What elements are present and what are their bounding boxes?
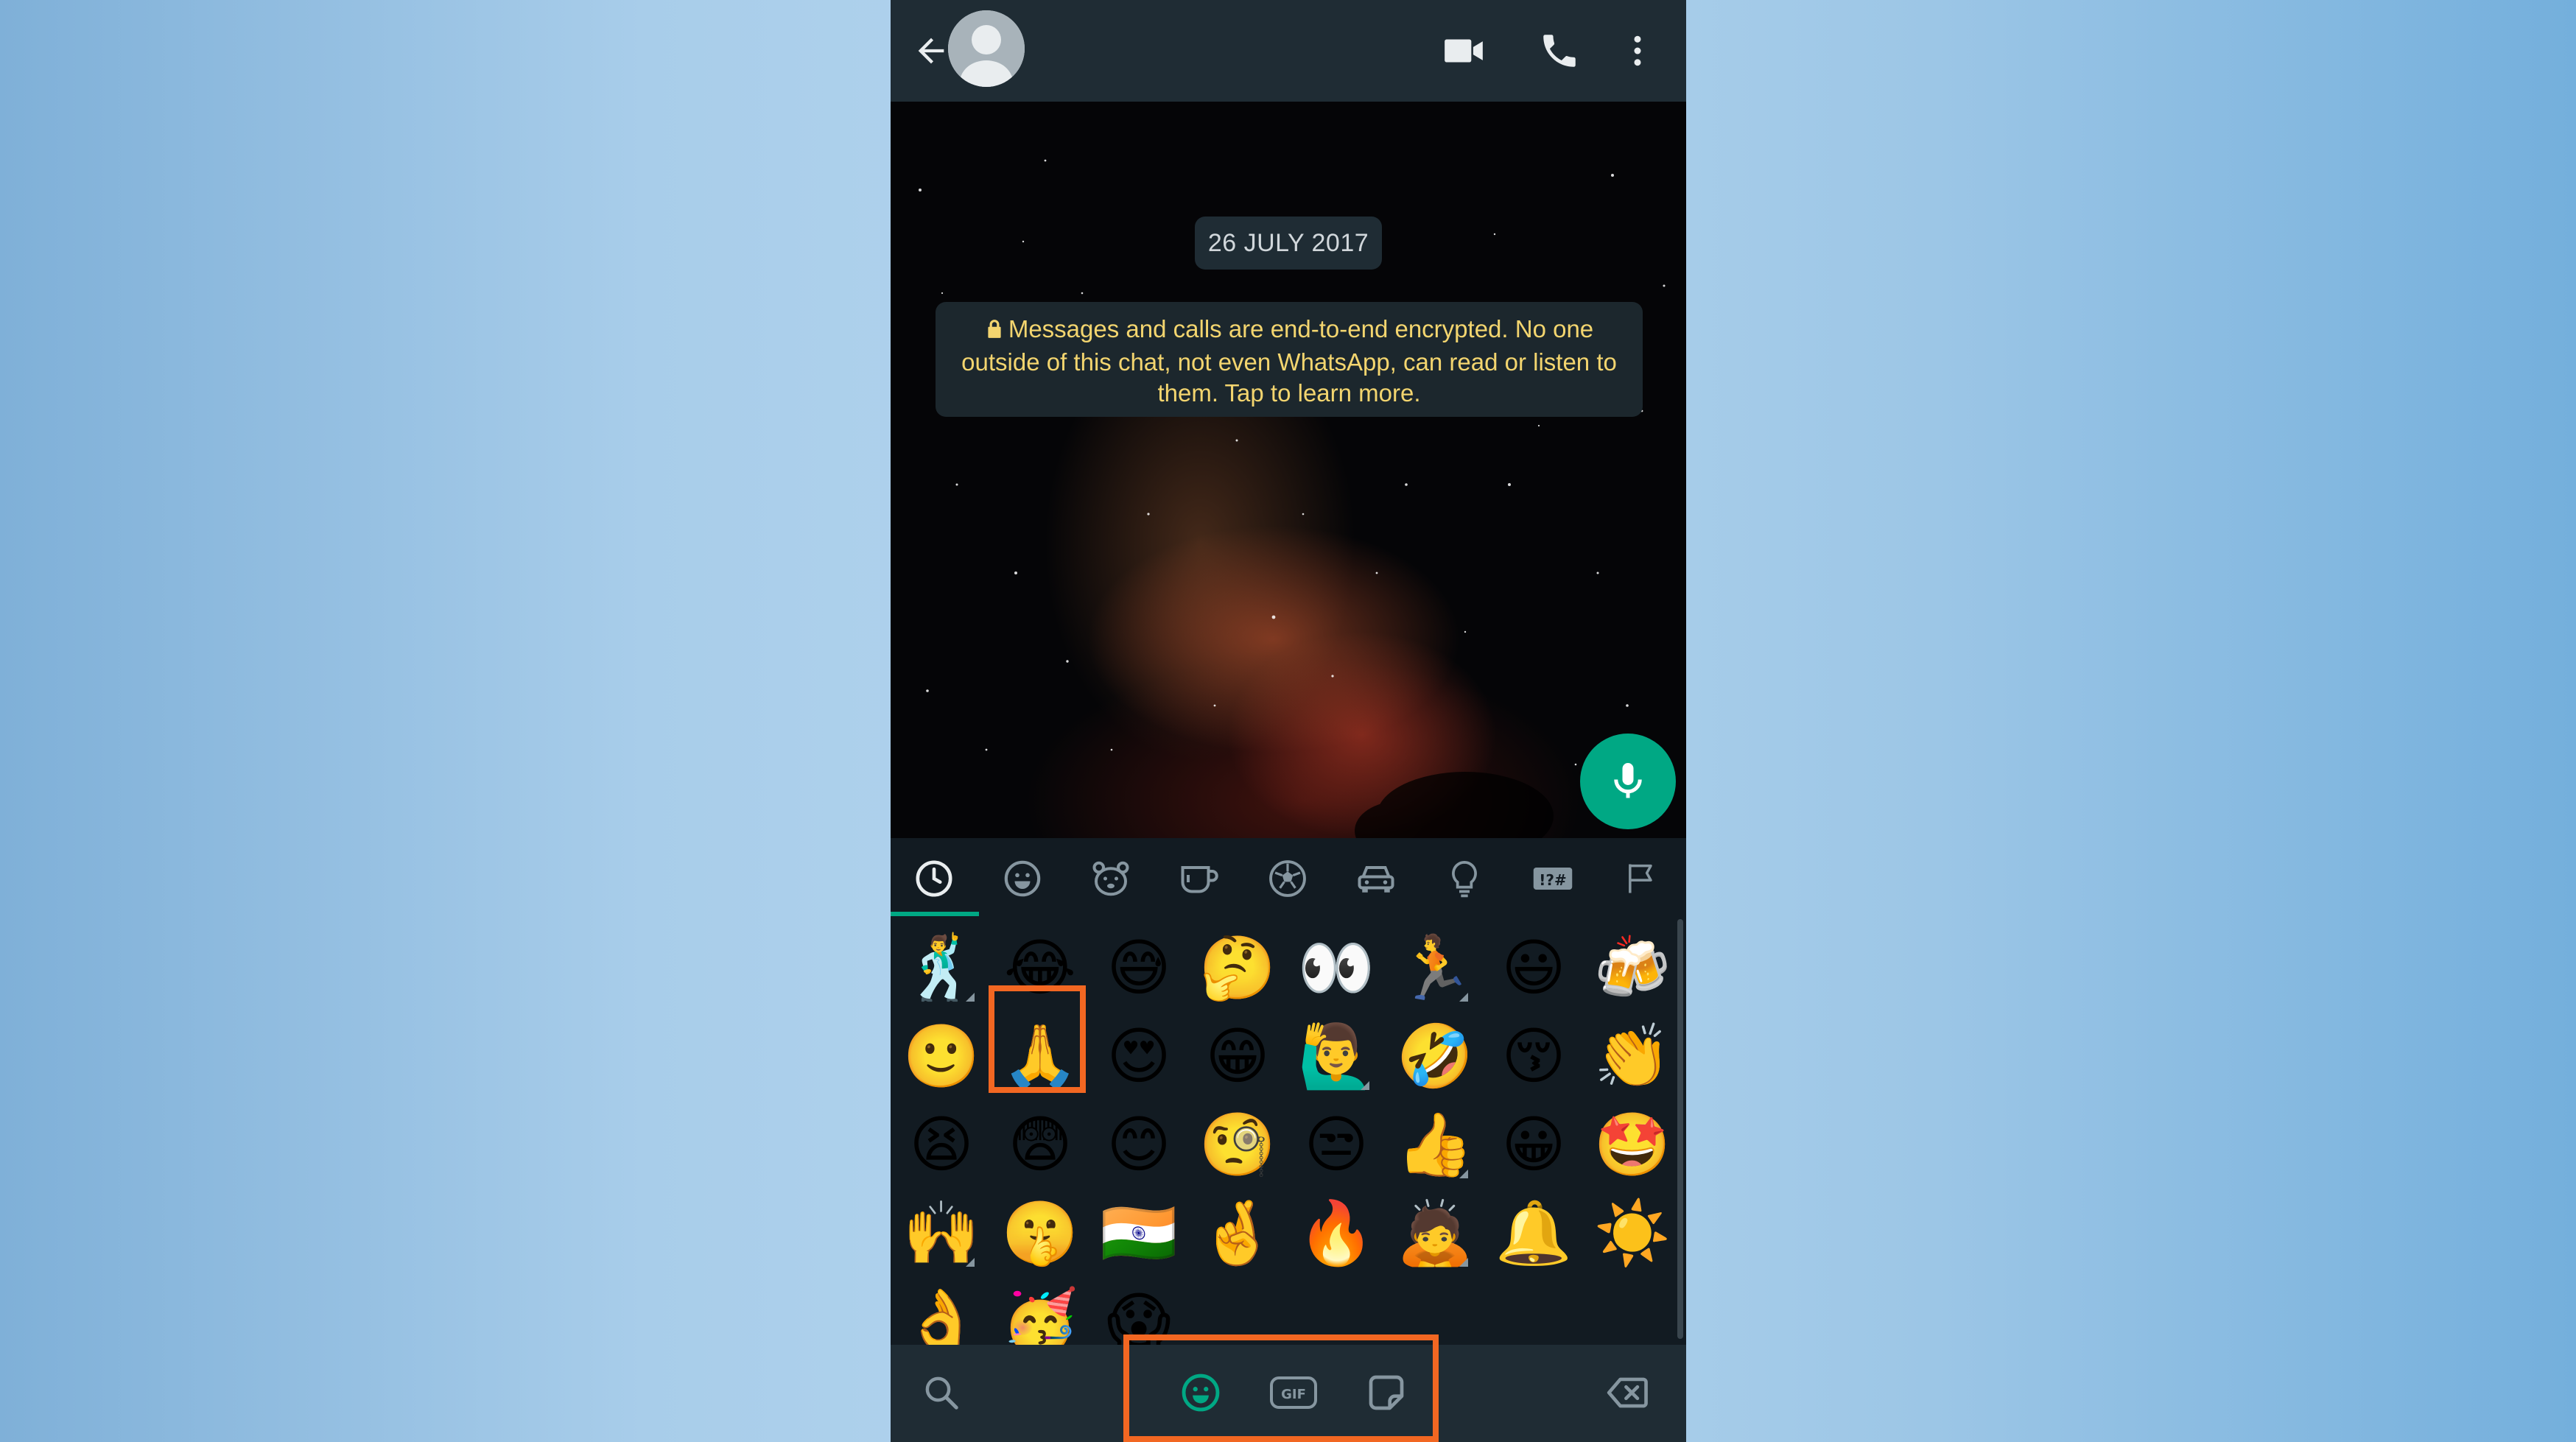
tab-recent[interactable] [908, 853, 960, 904]
emoji-key[interactable]: 😃 [1484, 924, 1583, 1012]
highlight-box-emoji [989, 985, 1086, 1093]
voice-call-button[interactable] [1530, 21, 1589, 80]
tab-activity[interactable] [1262, 853, 1313, 904]
clock-icon [916, 860, 952, 897]
emoji-key[interactable]: 👏 [1583, 1012, 1682, 1100]
date-separator: 26 JULY 2017 [1195, 217, 1382, 270]
emoji-key[interactable]: 🤫 [991, 1189, 1089, 1277]
mic-icon [1614, 763, 1642, 798]
emoji-key[interactable]: 🙋‍♂️ [1287, 1012, 1386, 1100]
contact-avatar[interactable] [948, 10, 1025, 87]
emoji-key[interactable]: ☀️ [1583, 1189, 1682, 1277]
whatsapp-phone-screen: 26 JULY 2017 Messages and calls are end-… [891, 0, 1686, 1442]
emoji-search-button[interactable] [916, 1367, 967, 1418]
tab-travel[interactable] [1350, 853, 1402, 904]
bear-icon [1092, 861, 1129, 896]
emoji-key[interactable]: 🙌 [892, 1189, 991, 1277]
tab-smileys[interactable] [997, 853, 1048, 904]
video-call-button[interactable] [1434, 21, 1493, 80]
emoji-key[interactable]: 👍 [1386, 1100, 1484, 1189]
emoji-key[interactable]: 😀 [1484, 1100, 1583, 1189]
backspace-icon [1607, 1377, 1648, 1408]
starfield-background [919, 159, 1666, 838]
search-icon [925, 1376, 958, 1410]
encryption-notice-text: Messages and calls are end-to-end encryp… [961, 315, 1617, 407]
emoji-key[interactable]: 😁 [1188, 1012, 1287, 1100]
emoji-key[interactable]: 🔥 [1287, 1189, 1386, 1277]
backspace-button[interactable] [1602, 1367, 1654, 1418]
svg-text:!?#: !?# [1539, 871, 1566, 889]
more-vertical-icon [1634, 35, 1641, 66]
emoji-key[interactable]: 🤣 [1386, 1012, 1484, 1100]
emoji-key[interactable]: 🕺 [892, 924, 991, 1012]
emoji-category-tabs: !?# [891, 838, 1686, 916]
emoji-key[interactable]: 🏃 [1386, 924, 1484, 1012]
voice-message-button[interactable] [1580, 734, 1676, 829]
emoji-key[interactable]: 🍻 [1583, 924, 1682, 1012]
emoji-key[interactable]: 😨 [991, 1100, 1089, 1189]
emoji-key[interactable]: 😅 [1089, 924, 1188, 1012]
tab-animals[interactable] [1085, 853, 1137, 904]
emoji-key[interactable]: 😒 [1287, 1100, 1386, 1189]
tab-food[interactable] [1173, 853, 1225, 904]
emoji-key[interactable]: 🙇 [1386, 1189, 1484, 1277]
video-call-icon [1445, 39, 1483, 63]
symbols-icon: !?# [1533, 868, 1573, 890]
emoji-key[interactable]: 😊 [1089, 1100, 1188, 1189]
more-options-button[interactable] [1608, 21, 1667, 80]
emoji-key[interactable]: 🤩 [1583, 1100, 1682, 1189]
flag-icon [1629, 864, 1652, 893]
emoji-key[interactable]: 🔔 [1484, 1189, 1583, 1277]
emoji-key[interactable]: 🙂 [892, 1012, 991, 1100]
emoji-key[interactable]: 🇮🇳 [1089, 1189, 1188, 1277]
soccer-ball-icon [1269, 860, 1306, 897]
coffee-cup-icon [1181, 866, 1218, 893]
car-icon [1358, 866, 1394, 893]
tab-flags[interactable] [1615, 853, 1667, 904]
chat-wallpaper: 26 JULY 2017 Messages and calls are end-… [891, 102, 1686, 931]
tab-objects[interactable] [1439, 853, 1490, 904]
emoji-key[interactable]: 😫 [892, 1100, 991, 1189]
emoji-key[interactable]: 🧐 [1188, 1100, 1287, 1189]
emoji-key[interactable]: 🤔 [1188, 924, 1287, 1012]
active-tab-indicator [891, 912, 979, 916]
emoji-key[interactable]: 😚 [1484, 1012, 1583, 1100]
voice-call-icon [1543, 35, 1576, 67]
lock-icon [985, 316, 1004, 347]
chat-header [891, 0, 1686, 102]
tab-symbols[interactable]: !?# [1527, 853, 1579, 904]
emoji-key[interactable]: 👀 [1287, 924, 1386, 1012]
smiley-icon [1004, 860, 1041, 897]
encryption-notice[interactable]: Messages and calls are end-to-end encryp… [936, 302, 1643, 417]
emoji-key[interactable]: 🤞 [1188, 1189, 1287, 1277]
arrow-left-icon [918, 38, 944, 64]
highlight-box-tabs [1123, 1334, 1439, 1442]
lightbulb-icon [1452, 860, 1477, 898]
default-avatar-icon [948, 10, 1025, 87]
emoji-key[interactable]: 😍 [1089, 1012, 1188, 1100]
